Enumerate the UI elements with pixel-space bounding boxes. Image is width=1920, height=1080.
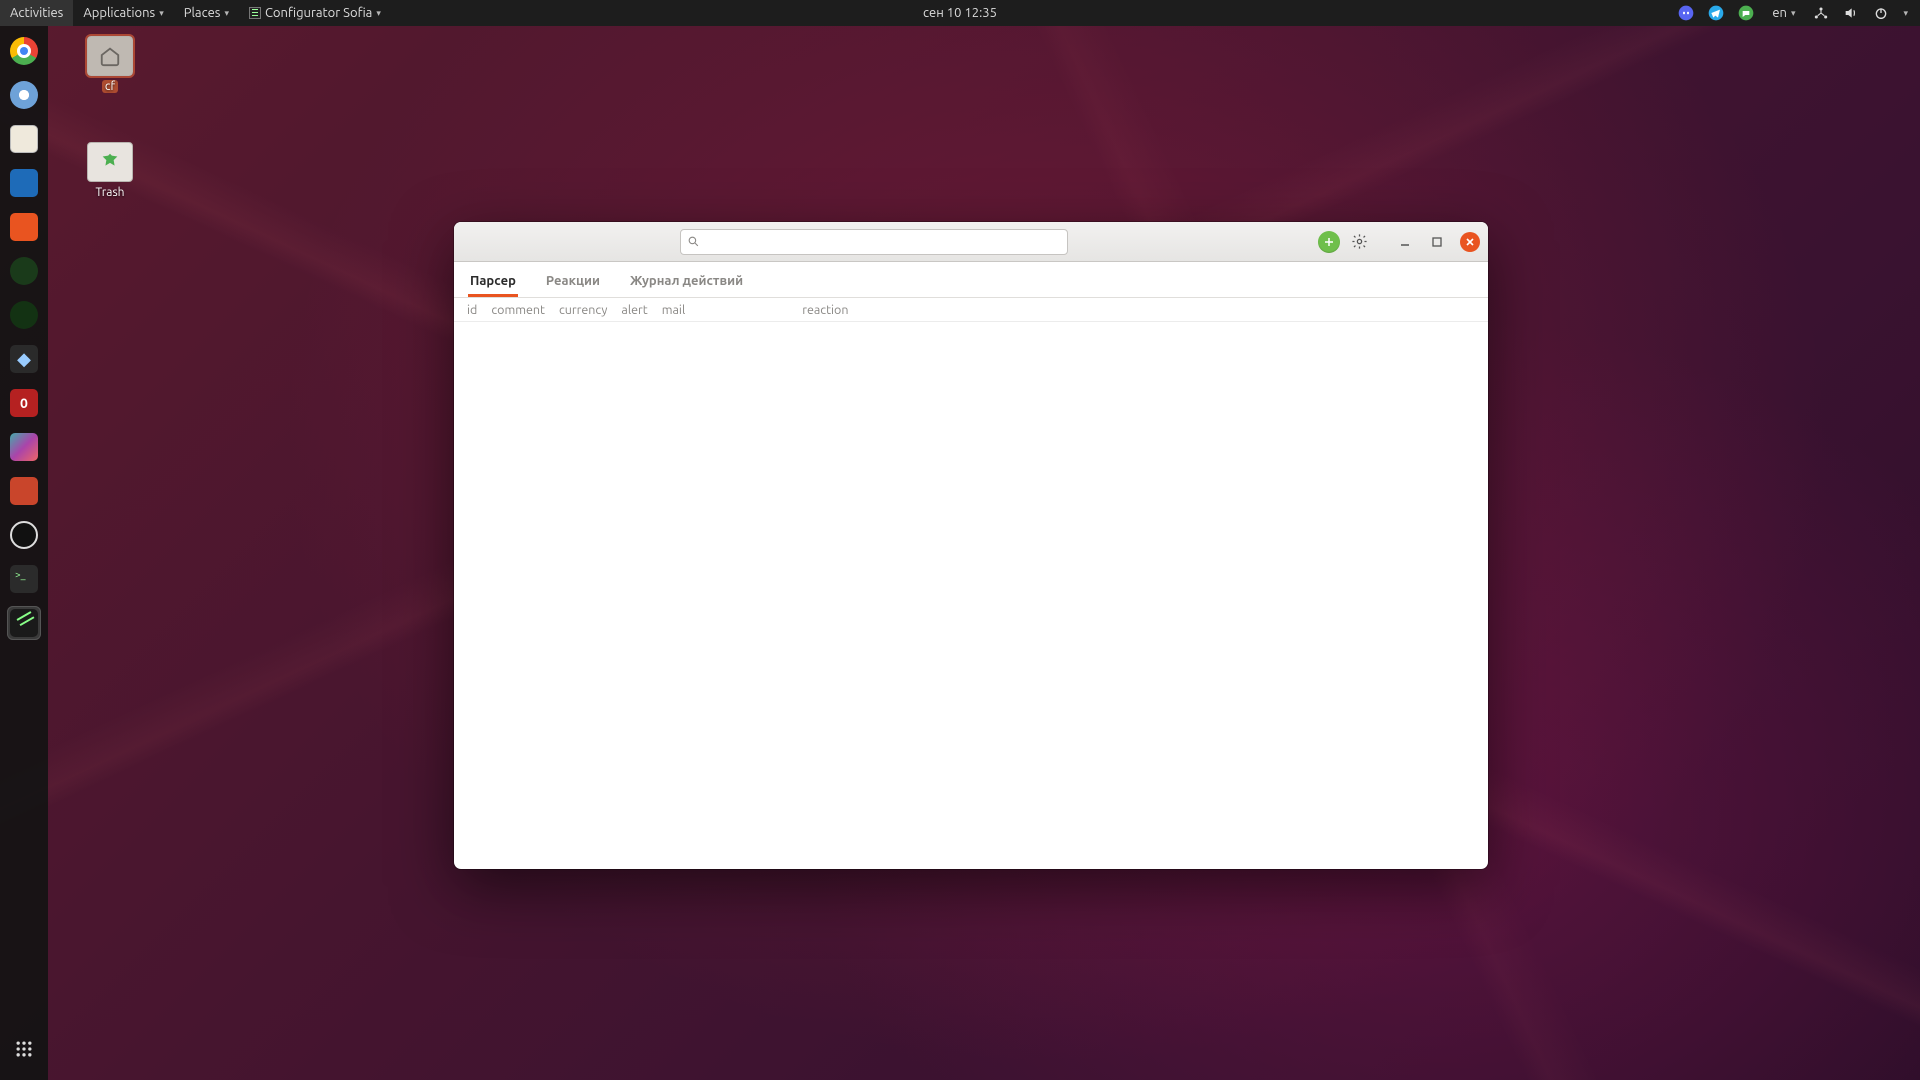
col-alert[interactable]: alert: [614, 303, 654, 317]
search-input[interactable]: [706, 235, 1061, 249]
active-app-label: Configurator Sofia: [265, 6, 372, 20]
tab-journal-label: Журнал действий: [630, 274, 743, 288]
letter-icon: 0: [10, 389, 38, 417]
dock: ◆ 0 >_: [0, 26, 48, 1080]
tab-parser-label: Парсер: [470, 274, 516, 288]
volume-icon[interactable]: [1843, 5, 1859, 21]
dock-writer[interactable]: [7, 166, 41, 200]
keyboard-layout[interactable]: en ▾: [1768, 6, 1799, 20]
system-tray: en ▾ ▾: [1678, 5, 1920, 21]
dock-terminal[interactable]: >_: [7, 562, 41, 596]
dock-configurator[interactable]: [7, 606, 41, 640]
menu-places-label: Places: [184, 6, 221, 20]
tab-journal[interactable]: Журнал действий: [628, 266, 745, 297]
desktop-trash-label: Trash: [95, 186, 124, 199]
app-window: Парсер Реакции Журнал действий id commen…: [454, 222, 1488, 869]
caret-down-icon: ▾: [159, 8, 164, 19]
home-folder-icon: [87, 36, 133, 76]
plus-icon: [1323, 236, 1335, 248]
table-header: id comment currency alert mail reaction: [454, 298, 1488, 322]
maximize-button[interactable]: [1428, 233, 1446, 251]
menu-applications-label: Applications: [83, 6, 155, 20]
terminal-icon: [249, 7, 261, 19]
menu-active-app[interactable]: Configurator Sofia ▾: [239, 0, 391, 26]
settings-button[interactable]: [1348, 231, 1370, 253]
telegram-tray-icon[interactable]: [1708, 5, 1724, 21]
col-mail[interactable]: mail: [655, 303, 796, 317]
cube-icon: [10, 433, 38, 461]
discord-tray-icon[interactable]: [1678, 5, 1694, 21]
search-icon: [687, 235, 700, 248]
caret-down-icon[interactable]: ▾: [1903, 8, 1908, 19]
dock-software[interactable]: [7, 210, 41, 244]
menu-places[interactable]: Places ▾: [174, 0, 239, 26]
desktop-folder-cf[interactable]: cf: [70, 36, 150, 93]
dock-app4[interactable]: 0: [7, 386, 41, 420]
robot-icon: [10, 301, 38, 329]
col-comment[interactable]: comment: [484, 303, 552, 317]
desktop-trash[interactable]: Trash: [70, 142, 150, 199]
network-icon[interactable]: [1813, 5, 1829, 21]
caret-down-icon: ▾: [376, 8, 381, 19]
configurator-icon: [10, 609, 38, 637]
chrome-icon: [10, 37, 38, 65]
maximize-icon: [1432, 237, 1442, 247]
gear-icon: [1351, 233, 1368, 250]
col-id[interactable]: id: [460, 303, 484, 317]
panel-clock[interactable]: сен 10 12:35: [923, 6, 997, 20]
col-reaction[interactable]: reaction: [795, 303, 855, 317]
menu-applications[interactable]: Applications ▾: [73, 0, 173, 26]
dock-app5[interactable]: [7, 430, 41, 464]
menu-activities-label: Activities: [10, 6, 63, 20]
titlebar[interactable]: [454, 222, 1488, 262]
document-icon: [10, 125, 38, 153]
caret-down-icon: ▾: [224, 8, 229, 19]
caret-down-icon: ▾: [1791, 8, 1796, 19]
top-panel: Activities Applications ▾ Places ▾ Confi…: [0, 0, 1920, 26]
dock-app1[interactable]: [7, 254, 41, 288]
col-currency[interactable]: currency: [552, 303, 614, 317]
dock-app2[interactable]: [7, 298, 41, 332]
dock-text-editor[interactable]: [7, 122, 41, 156]
menu-activities[interactable]: Activities: [0, 0, 73, 26]
circle-green-icon: [10, 257, 38, 285]
dock-show-apps[interactable]: [7, 1032, 41, 1066]
minimize-icon: [1400, 237, 1410, 247]
desktop-folder-cf-label: cf: [102, 80, 118, 93]
keyboard-layout-label: en: [1772, 6, 1787, 20]
hex-icon: ◆: [10, 345, 38, 373]
dock-chrome[interactable]: [7, 34, 41, 68]
software-icon: [10, 213, 38, 241]
close-icon: [1465, 237, 1475, 247]
tab-reactions-label: Реакции: [546, 274, 600, 288]
window-controls: [1396, 232, 1480, 252]
writer-icon: [10, 169, 38, 197]
clock-text: сен 10 12:35: [923, 6, 997, 20]
orange-icon: [10, 477, 38, 505]
grid-icon: [14, 1039, 34, 1059]
tab-bar: Парсер Реакции Журнал действий: [454, 262, 1488, 298]
add-button[interactable]: [1318, 231, 1340, 253]
trash-icon: [87, 142, 133, 182]
ring-icon: [10, 521, 38, 549]
chat-tray-icon[interactable]: [1738, 5, 1754, 21]
tab-parser[interactable]: Парсер: [468, 266, 518, 297]
power-icon[interactable]: [1873, 5, 1889, 21]
dock-app6[interactable]: [7, 474, 41, 508]
tab-reactions[interactable]: Реакции: [544, 266, 602, 297]
terminal-icon: >_: [10, 565, 38, 593]
dock-chromium[interactable]: [7, 78, 41, 112]
close-button[interactable]: [1460, 232, 1480, 252]
dock-app3[interactable]: ◆: [7, 342, 41, 376]
chromium-icon: [10, 81, 38, 109]
search-field[interactable]: [680, 229, 1068, 255]
dock-app7[interactable]: [7, 518, 41, 552]
minimize-button[interactable]: [1396, 233, 1414, 251]
